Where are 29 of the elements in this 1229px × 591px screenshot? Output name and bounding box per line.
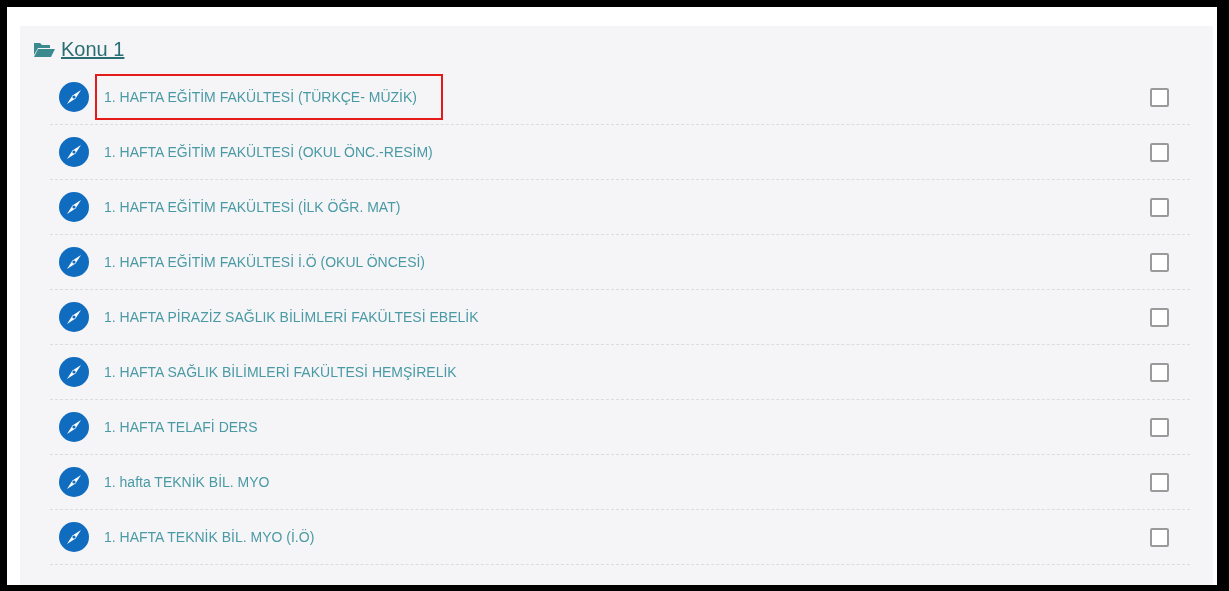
completion-checkbox[interactable] bbox=[1150, 362, 1169, 382]
activity-link[interactable]: 1. HAFTA SAĞLIK BİLİMLERİ FAKÜLTESİ HEMŞİRELİK bbox=[95, 349, 483, 395]
compass-icon bbox=[59, 467, 89, 497]
activity-link[interactable]: 1. HAFTA PİRAZİZ SAĞLIK BİLİMLERİ FAKÜLTESİ EBELİK bbox=[95, 294, 505, 340]
activity-link[interactable]: 1. HAFTA TELAFİ DERS bbox=[95, 404, 284, 450]
compass-icon bbox=[59, 357, 89, 387]
completion-checkbox[interactable] bbox=[1150, 252, 1169, 272]
compass-icon bbox=[59, 412, 89, 442]
completion-checkbox[interactable] bbox=[1150, 307, 1169, 327]
completion-checkbox[interactable] bbox=[1150, 417, 1169, 437]
compass-icon bbox=[59, 82, 89, 112]
activity-link[interactable]: 1. HAFTA TEKNİK BİL. MYO (İ.Ö) bbox=[95, 514, 341, 560]
completion-checkbox[interactable] bbox=[1150, 197, 1169, 217]
activity-link[interactable]: 1. HAFTA EĞİTİM FAKÜLTESİ (İLK ÖĞR. MAT) bbox=[95, 184, 427, 230]
compass-icon bbox=[59, 302, 89, 332]
activity-link[interactable]: 1. hafta TEKNİK BİL. MYO bbox=[95, 459, 296, 505]
activity-link[interactable]: 1. HAFTA EĞİTİM FAKÜLTESİ (TÜRKÇE- MÜZİK) bbox=[95, 74, 443, 120]
compass-icon bbox=[59, 192, 89, 222]
completion-checkbox[interactable] bbox=[1150, 87, 1169, 107]
completion-checkbox[interactable] bbox=[1150, 527, 1169, 547]
section-title-link[interactable]: Konu 1 bbox=[61, 37, 125, 61]
completion-checkbox[interactable] bbox=[1150, 472, 1169, 492]
activity-link[interactable]: 1. HAFTA EĞİTİM FAKÜLTESİ (OKUL ÖNC.-RESİM) bbox=[95, 129, 459, 175]
compass-icon bbox=[59, 137, 89, 167]
compass-icon bbox=[59, 247, 89, 277]
completion-checkbox[interactable] bbox=[1150, 142, 1169, 162]
compass-icon bbox=[59, 522, 89, 552]
folder-icon bbox=[33, 41, 55, 57]
activity-link[interactable]: 1. HAFTA EĞİTİM FAKÜLTESİ İ.Ö (OKUL ÖNCESİ) bbox=[95, 239, 451, 285]
